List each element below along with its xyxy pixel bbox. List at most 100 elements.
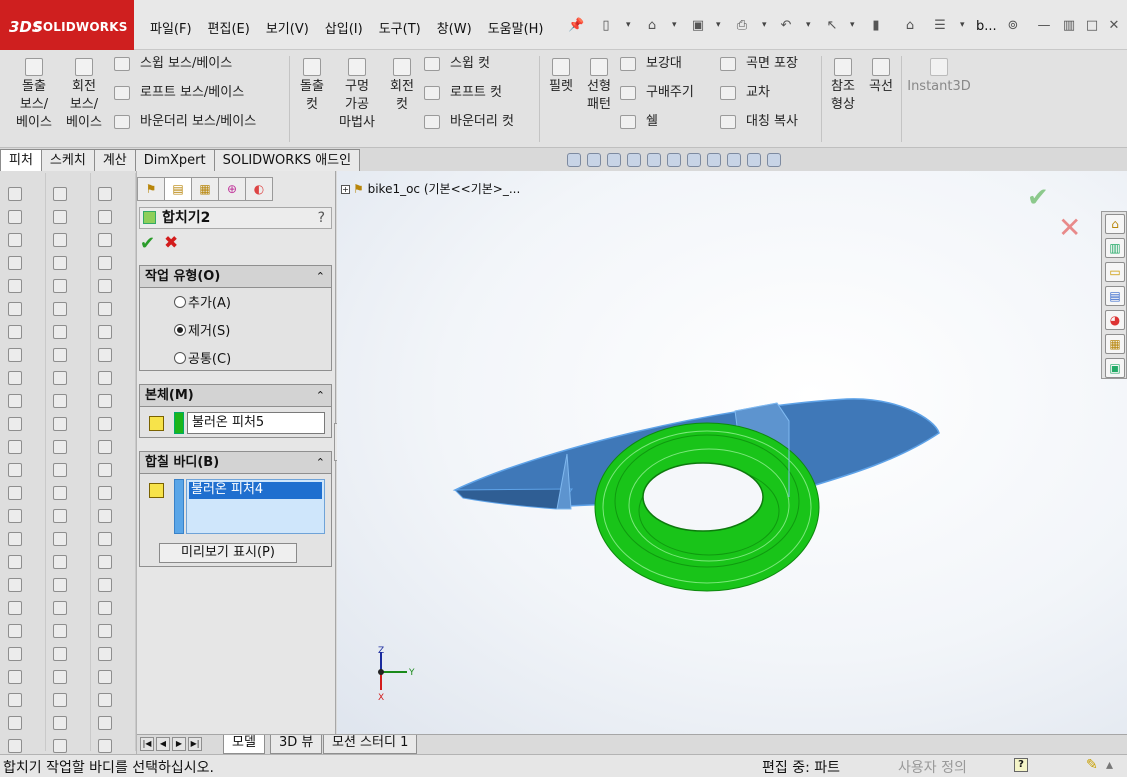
left-toolbar-tool-icon[interactable] xyxy=(8,187,22,201)
collapse-chevron-icon[interactable]: ⌃ xyxy=(316,385,325,406)
combine-bodies-selection-list[interactable]: 불러온 피처4 xyxy=(186,479,325,534)
undo-dropdown-icon[interactable]: ▾ xyxy=(806,20,811,30)
edit-appearance-icon[interactable] xyxy=(727,153,741,167)
left-toolbar-tool-icon[interactable] xyxy=(8,256,22,270)
left-toolbar-tool-icon[interactable] xyxy=(8,394,22,408)
combine-bodies-header[interactable]: 합칠 바디(B) ⌃ xyxy=(140,452,331,474)
left-toolbar-tool-icon[interactable] xyxy=(98,670,112,684)
feature-manager-tab[interactable]: ⚑ xyxy=(137,177,165,201)
tab-motion-study[interactable]: 모션 스터디 1 xyxy=(323,735,418,754)
revolve-cut-button[interactable]: 회전 컷 xyxy=(383,58,421,114)
instant3d-button[interactable]: Instant3D xyxy=(906,58,972,96)
left-toolbar-tool-icon[interactable] xyxy=(8,463,22,477)
shell-button[interactable]: 쉘 xyxy=(620,112,658,132)
left-toolbar-tool-icon[interactable] xyxy=(8,739,22,753)
forum-icon[interactable]: ▣ xyxy=(1105,358,1125,378)
left-toolbar-tool-icon[interactable] xyxy=(98,256,112,270)
units-status[interactable]: 사용자 정의 xyxy=(898,757,967,777)
sweep-cut-button[interactable]: 스윕 컷 xyxy=(424,54,490,74)
reference-geometry-button[interactable]: 참조 형상 xyxy=(826,58,860,114)
help-popup-icon[interactable]: ⊚ xyxy=(1005,18,1021,34)
hole-wizard-button[interactable]: 구멍 가공 마법사 xyxy=(334,58,380,132)
operation-type-header[interactable]: 작업 유형(O) ⌃ xyxy=(140,266,331,288)
left-toolbar-tool-icon[interactable] xyxy=(8,578,22,592)
intersect-button[interactable]: 교차 xyxy=(720,83,770,103)
left-toolbar-tool-icon[interactable] xyxy=(8,624,22,638)
first-tab-icon[interactable]: |◀ xyxy=(140,737,154,751)
left-toolbar-tool-icon[interactable] xyxy=(53,187,67,201)
apply-scene-icon[interactable] xyxy=(747,153,761,167)
left-toolbar-tool-icon[interactable] xyxy=(8,555,22,569)
sweep-boss-button[interactable]: 스윕 보스/베이스 xyxy=(114,54,232,74)
menu-window[interactable]: 창(W) xyxy=(429,18,480,38)
view-settings-icon[interactable] xyxy=(767,153,781,167)
status-bar-options-icon[interactable]: ▴ xyxy=(1106,757,1113,773)
save-icon[interactable]: ▣ xyxy=(690,18,706,34)
left-toolbar-tool-icon[interactable] xyxy=(8,693,22,707)
left-toolbar-tool-icon[interactable] xyxy=(98,233,112,247)
torus-tool-body-shape[interactable] xyxy=(594,422,820,592)
extrude-boss-button[interactable]: 돌출 보스/ 베이스 xyxy=(10,58,58,132)
dynamic-annotation-icon[interactable] xyxy=(647,153,661,167)
radio-common-indicator[interactable] xyxy=(174,352,186,364)
boundary-cut-button[interactable]: 바운더리 컷 xyxy=(424,112,514,132)
left-toolbar-tool-icon[interactable] xyxy=(98,348,112,362)
left-toolbar-tool-icon[interactable] xyxy=(53,624,67,638)
left-toolbar-tool-icon[interactable] xyxy=(98,555,112,569)
draft-button[interactable]: 구배주기 xyxy=(620,83,694,103)
left-toolbar-tool-icon[interactable] xyxy=(98,532,112,546)
left-toolbar-tool-icon[interactable] xyxy=(8,509,22,523)
next-tab-icon[interactable]: ▶ xyxy=(172,737,186,751)
left-toolbar-tool-icon[interactable] xyxy=(98,463,112,477)
select-dropdown-icon[interactable]: ▾ xyxy=(850,20,855,30)
custom-properties-icon[interactable]: ▦ xyxy=(1105,334,1125,354)
home-tab-icon[interactable]: ⌂ xyxy=(1105,214,1125,234)
left-toolbar-tool-icon[interactable] xyxy=(53,486,67,500)
save-dropdown-icon[interactable]: ▾ xyxy=(716,20,721,30)
pin-icon[interactable]: 📌 xyxy=(568,18,584,34)
display-manager-tab[interactable]: ◐ xyxy=(245,177,273,201)
section-view-icon[interactable] xyxy=(627,153,641,167)
left-toolbar-tool-icon[interactable] xyxy=(8,325,22,339)
left-toolbar-tool-icon[interactable] xyxy=(98,394,112,408)
left-toolbar-tool-icon[interactable] xyxy=(98,693,112,707)
restore-icon[interactable]: ▥ xyxy=(1061,18,1077,34)
left-toolbar-tool-icon[interactable] xyxy=(53,693,67,707)
help-button[interactable]: ? xyxy=(318,208,325,228)
file-explorer-icon[interactable]: ▭ xyxy=(1105,262,1125,282)
menu-view[interactable]: 보기(V) xyxy=(258,18,317,38)
open-folder-icon[interactable]: ⌂ xyxy=(644,18,660,34)
zoom-area-icon[interactable] xyxy=(587,153,601,167)
left-toolbar-tool-icon[interactable] xyxy=(53,578,67,592)
left-toolbar-tool-icon[interactable] xyxy=(8,716,22,730)
left-toolbar-tool-icon[interactable] xyxy=(53,210,67,224)
new-document-icon[interactable]: ▯ xyxy=(598,18,614,34)
maximize-icon[interactable]: □ xyxy=(1084,18,1100,34)
left-toolbar-tool-icon[interactable] xyxy=(8,417,22,431)
print-icon[interactable]: ⎙ xyxy=(734,18,750,34)
left-toolbar-tool-icon[interactable] xyxy=(98,578,112,592)
left-toolbar-tool-icon[interactable] xyxy=(53,256,67,270)
menu-tools[interactable]: 도구(T) xyxy=(371,18,429,38)
hide-show-items-icon[interactable] xyxy=(707,153,721,167)
menu-help[interactable]: 도움말(H) xyxy=(480,18,552,38)
left-toolbar-tool-icon[interactable] xyxy=(53,532,67,546)
left-toolbar-tool-icon[interactable] xyxy=(98,739,112,753)
left-toolbar-tool-icon[interactable] xyxy=(8,279,22,293)
undo-icon[interactable]: ↶ xyxy=(778,18,794,34)
select-cursor-icon[interactable]: ↖ xyxy=(824,18,840,34)
property-manager-tab[interactable]: ▤ xyxy=(164,177,192,201)
model-view[interactable] xyxy=(337,171,1127,734)
radio-add[interactable]: 추가(A) xyxy=(174,295,231,313)
left-toolbar-tool-icon[interactable] xyxy=(8,647,22,661)
appearances-icon[interactable]: ◕ xyxy=(1105,310,1125,330)
solidworks-logo[interactable]: 3DS SOLIDWORKS xyxy=(0,0,134,50)
print-dropdown-icon[interactable]: ▾ xyxy=(762,20,767,30)
tab-dimxpert[interactable]: DimXpert xyxy=(134,149,215,171)
open-dropdown-icon[interactable]: ▾ xyxy=(672,20,677,30)
left-toolbar-tool-icon[interactable] xyxy=(53,716,67,730)
left-toolbar-tool-icon[interactable] xyxy=(53,348,67,362)
configuration-manager-tab[interactable]: ▦ xyxy=(191,177,219,201)
previous-view-icon[interactable] xyxy=(607,153,621,167)
left-toolbar-tool-icon[interactable] xyxy=(8,233,22,247)
